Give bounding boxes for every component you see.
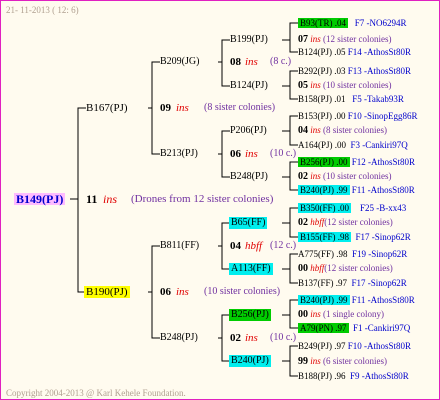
- g2-b213-colony[interactable]: B213(PJ): [160, 148, 198, 160]
- g2-b209-num: 08: [230, 56, 241, 68]
- g2-b248-note: (10 c.): [270, 332, 297, 343]
- g1-top-colony[interactable]: B167(PJ): [86, 102, 128, 114]
- g1-bot-num: 06: [160, 286, 171, 298]
- g4-drone-row: 05 ins (10 sister colonies): [298, 80, 392, 91]
- g4-drone-row: 07 ins (12 sister colonies): [298, 34, 392, 45]
- g2-b811-colony[interactable]: B811(FF): [160, 240, 199, 252]
- g4-row[interactable]: B155(FF) .98 F17 -Sinop62R: [298, 231, 411, 243]
- g4-row[interactable]: B256(PJ) .00 F12 -AthosSt80R: [298, 156, 415, 168]
- g4-row[interactable]: B292(PJ) .03 F13 -AthosSt80R: [298, 65, 411, 77]
- g3-b256-colony[interactable]: B256(PJ): [229, 309, 271, 321]
- g2-b248-colony[interactable]: B248(PJ): [160, 332, 198, 344]
- root-note: (Drones from 12 sister colonies): [131, 193, 274, 205]
- g4-row[interactable]: B240(PJ) .99 F11 -AthosSt80R: [298, 294, 415, 306]
- header-date: 21- 11-2013 ( 12: 6): [6, 5, 79, 15]
- g4-row[interactable]: B249(PJ) .97 F10 -AthosSt80R: [298, 340, 411, 352]
- g1-bot-ins: ins: [176, 286, 189, 298]
- g4-row[interactable]: A775(FF) .98 F19 -Sinop62R: [298, 248, 407, 260]
- g4-drone-row: 02 ins (10 sister colonies): [298, 171, 392, 182]
- g3-b199-colony[interactable]: B199(PJ): [230, 34, 268, 46]
- copyright: Copyright 2004-2013 @ Karl Kehele Founda…: [6, 388, 186, 398]
- g4-row[interactable]: B350(FF) .00 F25 -B-xx43: [298, 202, 406, 214]
- g4-row[interactable]: A164(PJ) .00 F3 -Cankiri97Q: [298, 139, 408, 151]
- g4-drone-row: 00 hbff(12 sister colonies): [298, 263, 393, 274]
- g4-drone-row: 99 ins (6 sister colonies): [298, 356, 387, 367]
- g4-row[interactable]: A79(PN) .97 F1 -Cankiri97Q: [298, 322, 410, 334]
- root-num: 11: [86, 192, 98, 206]
- g3-b248a-colony[interactable]: B248(PJ): [230, 171, 268, 183]
- g4-row[interactable]: B188(PJ) .96 F9 -AthosSt80R: [298, 370, 409, 382]
- root-ins: ins: [103, 192, 118, 206]
- g2-b811-note: (12 c.): [270, 240, 297, 251]
- g4-drone-row: 00 ins (1 single colony): [298, 309, 385, 320]
- g1-bot-note: (10 sister colonies): [204, 286, 281, 297]
- g3-b124-colony[interactable]: B124(PJ): [230, 80, 268, 92]
- g4-row[interactable]: B137(FF) .97 F17 -Sinop62R: [298, 277, 407, 289]
- g3-b65-colony[interactable]: B65(FF): [229, 217, 268, 229]
- g2-b209-colony[interactable]: B209(JG): [160, 56, 199, 68]
- g4-row[interactable]: B240(PJ) .99 F11 -AthosSt80R: [298, 184, 415, 196]
- g3-b240-colony[interactable]: B240(PJ): [229, 355, 271, 367]
- g4-drone-row: 02 hbff(12 sister colonies): [298, 217, 393, 228]
- g1-top-ins: ins: [176, 102, 189, 114]
- g2-b811-num: 04: [230, 240, 241, 252]
- g4-row[interactable]: B124(PJ) .05 F14 -AthosSt80R: [298, 46, 411, 58]
- g2-b213-note: (10 c.): [270, 148, 297, 159]
- g2-b213-num: 06: [230, 148, 241, 160]
- g1-bot-colony[interactable]: B190(PJ): [84, 286, 130, 298]
- g2-b248-num: 02: [230, 332, 241, 344]
- g2-b209-ins: ins: [245, 56, 258, 68]
- g3-a113-colony[interactable]: A113(FF): [229, 263, 273, 275]
- g4-row[interactable]: B158(PJ) .01 F5 -Takab93R: [298, 93, 404, 105]
- g2-b248-ins: ins: [245, 332, 258, 344]
- g1-top-num: 09: [160, 102, 171, 114]
- g4-row[interactable]: B153(PJ) .00 F10 -SinopEgg86R: [298, 110, 418, 122]
- g3-p206-colony[interactable]: P206(PJ): [230, 125, 267, 137]
- g2-b209-note: (8 c.): [270, 56, 292, 67]
- g4-drone-row: 04 ins (8 sister colonies): [298, 125, 387, 136]
- g2-b811-ins: hbff: [245, 240, 263, 252]
- root-colony[interactable]: B149(PJ): [14, 193, 66, 205]
- g1-top-note: (8 sister colonies): [204, 102, 276, 113]
- g4-row[interactable]: B93(TR) .04 F7 -NO6294R: [298, 17, 407, 29]
- g2-b213-ins: ins: [245, 148, 258, 160]
